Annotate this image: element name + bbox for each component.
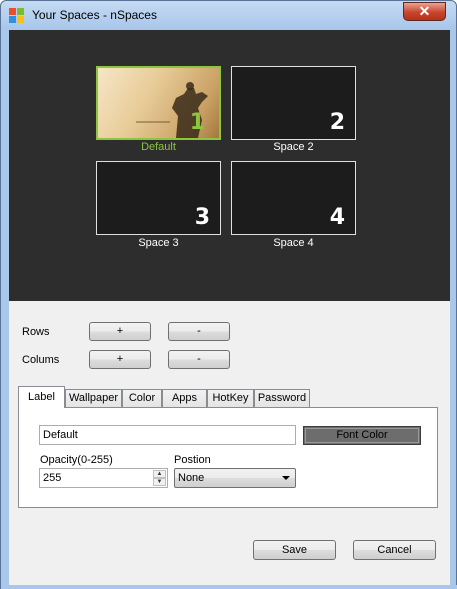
remove-row-button[interactable]: - <box>168 322 230 341</box>
close-button[interactable]: ✕ <box>403 2 446 21</box>
space-number: 4 <box>329 205 345 230</box>
title-bar[interactable]: Your Spaces - nSpaces ✕ <box>1 1 456 29</box>
tab-wallpaper[interactable]: Wallpaper <box>65 389 122 408</box>
opacity-label: Opacity(0-255) <box>40 454 113 466</box>
close-icon: ✕ <box>418 3 431 19</box>
spin-down-icon[interactable]: ▼ <box>153 478 166 486</box>
tab-hotkey[interactable]: HotKey <box>207 389 254 408</box>
space-thumbnail-3[interactable]: 3 <box>96 161 221 235</box>
position-dropdown[interactable]: None <box>174 468 296 488</box>
position-value: None <box>178 472 205 484</box>
app-icon <box>9 8 25 24</box>
font-color-button[interactable]: Font Color <box>303 426 421 445</box>
position-label: Postion <box>174 454 211 466</box>
spaces-preview-panel: 1 Default 2 Space 2 3 Space 3 4 Space 4 <box>9 30 450 301</box>
tab-password[interactable]: Password <box>254 389 310 408</box>
space-label: Default <box>141 141 176 153</box>
space-thumbnail-4[interactable]: 4 <box>231 161 356 235</box>
space-label: Space 4 <box>273 237 314 249</box>
space-label: Space 2 <box>273 141 314 153</box>
tab-color[interactable]: Color <box>122 389 162 408</box>
label-tab-panel: Default Font Color Opacity(0-255) 255 ▲ … <box>18 407 438 508</box>
space-thumbnail-1[interactable]: 1 <box>96 66 221 140</box>
remove-column-button[interactable]: - <box>168 350 230 369</box>
opacity-spinner[interactable]: ▲ ▼ <box>153 470 166 486</box>
opacity-spinbox[interactable]: 255 ▲ ▼ <box>39 468 168 488</box>
window-title: Your Spaces - nSpaces <box>32 8 157 22</box>
chevron-down-icon <box>282 476 290 480</box>
label-text-input[interactable]: Default <box>39 425 296 445</box>
nspaces-window: Your Spaces - nSpaces ✕ 1 Default 2 Spac… <box>0 0 457 589</box>
columns-label: Colums <box>22 354 60 366</box>
space-number: 2 <box>329 110 345 135</box>
space-number: 1 <box>189 110 205 135</box>
cancel-button[interactable]: Cancel <box>353 540 436 560</box>
tab-apps[interactable]: Apps <box>162 389 207 408</box>
space-number: 3 <box>194 205 210 230</box>
space-thumbnail-2[interactable]: 2 <box>231 66 356 140</box>
client-area: 1 Default 2 Space 2 3 Space 3 4 Space 4 … <box>9 30 450 585</box>
opacity-value: 255 <box>43 472 62 484</box>
add-row-button[interactable]: + <box>89 322 151 341</box>
tab-label[interactable]: Label <box>18 386 65 408</box>
window-frame-bottom <box>1 585 457 589</box>
save-button[interactable]: Save <box>253 540 336 560</box>
space-label: Space 3 <box>138 237 179 249</box>
add-column-button[interactable]: + <box>89 350 151 369</box>
font-color-button-label: Font Color <box>336 429 388 441</box>
spin-up-icon[interactable]: ▲ <box>153 470 166 478</box>
rows-label: Rows <box>22 326 50 338</box>
